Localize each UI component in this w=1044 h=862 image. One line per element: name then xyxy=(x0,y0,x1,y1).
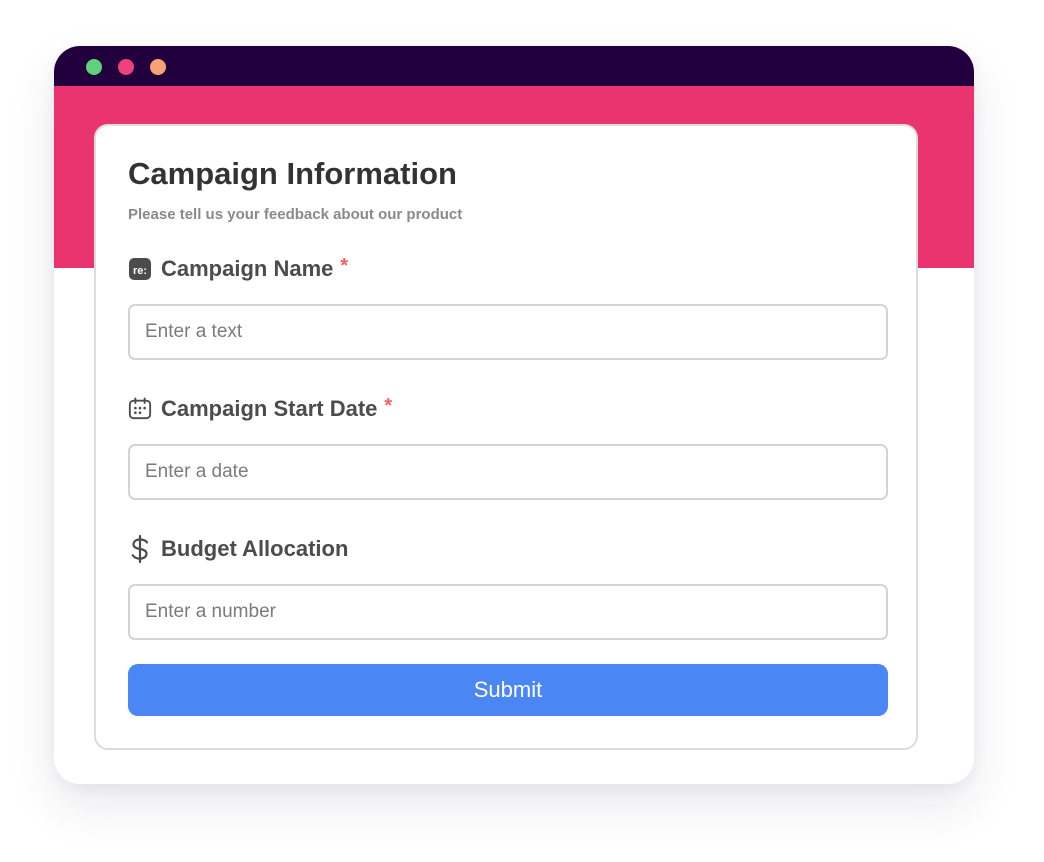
form-card: Campaign Information Please tell us your… xyxy=(94,124,918,750)
campaign-start-date-label-text: Campaign Start Date xyxy=(161,396,378,421)
dollar-icon-graphic xyxy=(131,534,149,564)
required-asterisk: * xyxy=(340,254,349,277)
text-field-icon: re: xyxy=(128,257,152,281)
campaign-name-label-text: Campaign Name xyxy=(161,256,334,281)
calendar-icon xyxy=(128,397,152,421)
form-subtitle: Please tell us your feedback about our p… xyxy=(128,206,463,223)
budget-allocation-label-text: Budget Allocation xyxy=(161,536,349,561)
campaign-name-label: re: Campaign Name * xyxy=(128,254,348,284)
calendar-icon-graphic xyxy=(128,397,152,420)
budget-allocation-input[interactable] xyxy=(128,584,888,640)
required-asterisk: * xyxy=(384,394,393,417)
window-titlebar xyxy=(54,46,974,86)
window-control-orange-dot[interactable] xyxy=(150,59,166,75)
text-field-icon-text: re: xyxy=(133,265,147,277)
campaign-name-input[interactable] xyxy=(128,304,888,360)
text-field-icon-graphic: re: xyxy=(129,258,151,280)
window-control-red-dot[interactable] xyxy=(118,59,134,75)
form-title: Campaign Information xyxy=(128,156,457,191)
budget-allocation-label: Budget Allocation xyxy=(128,534,348,564)
window-control-green-dot[interactable] xyxy=(86,59,102,75)
campaign-start-date-input[interactable] xyxy=(128,444,888,500)
submit-button[interactable]: Submit xyxy=(128,664,888,716)
dollar-icon xyxy=(128,534,152,564)
browser-window: Campaign Information Please tell us your… xyxy=(54,46,974,784)
campaign-start-date-label: Campaign Start Date * xyxy=(128,394,392,424)
